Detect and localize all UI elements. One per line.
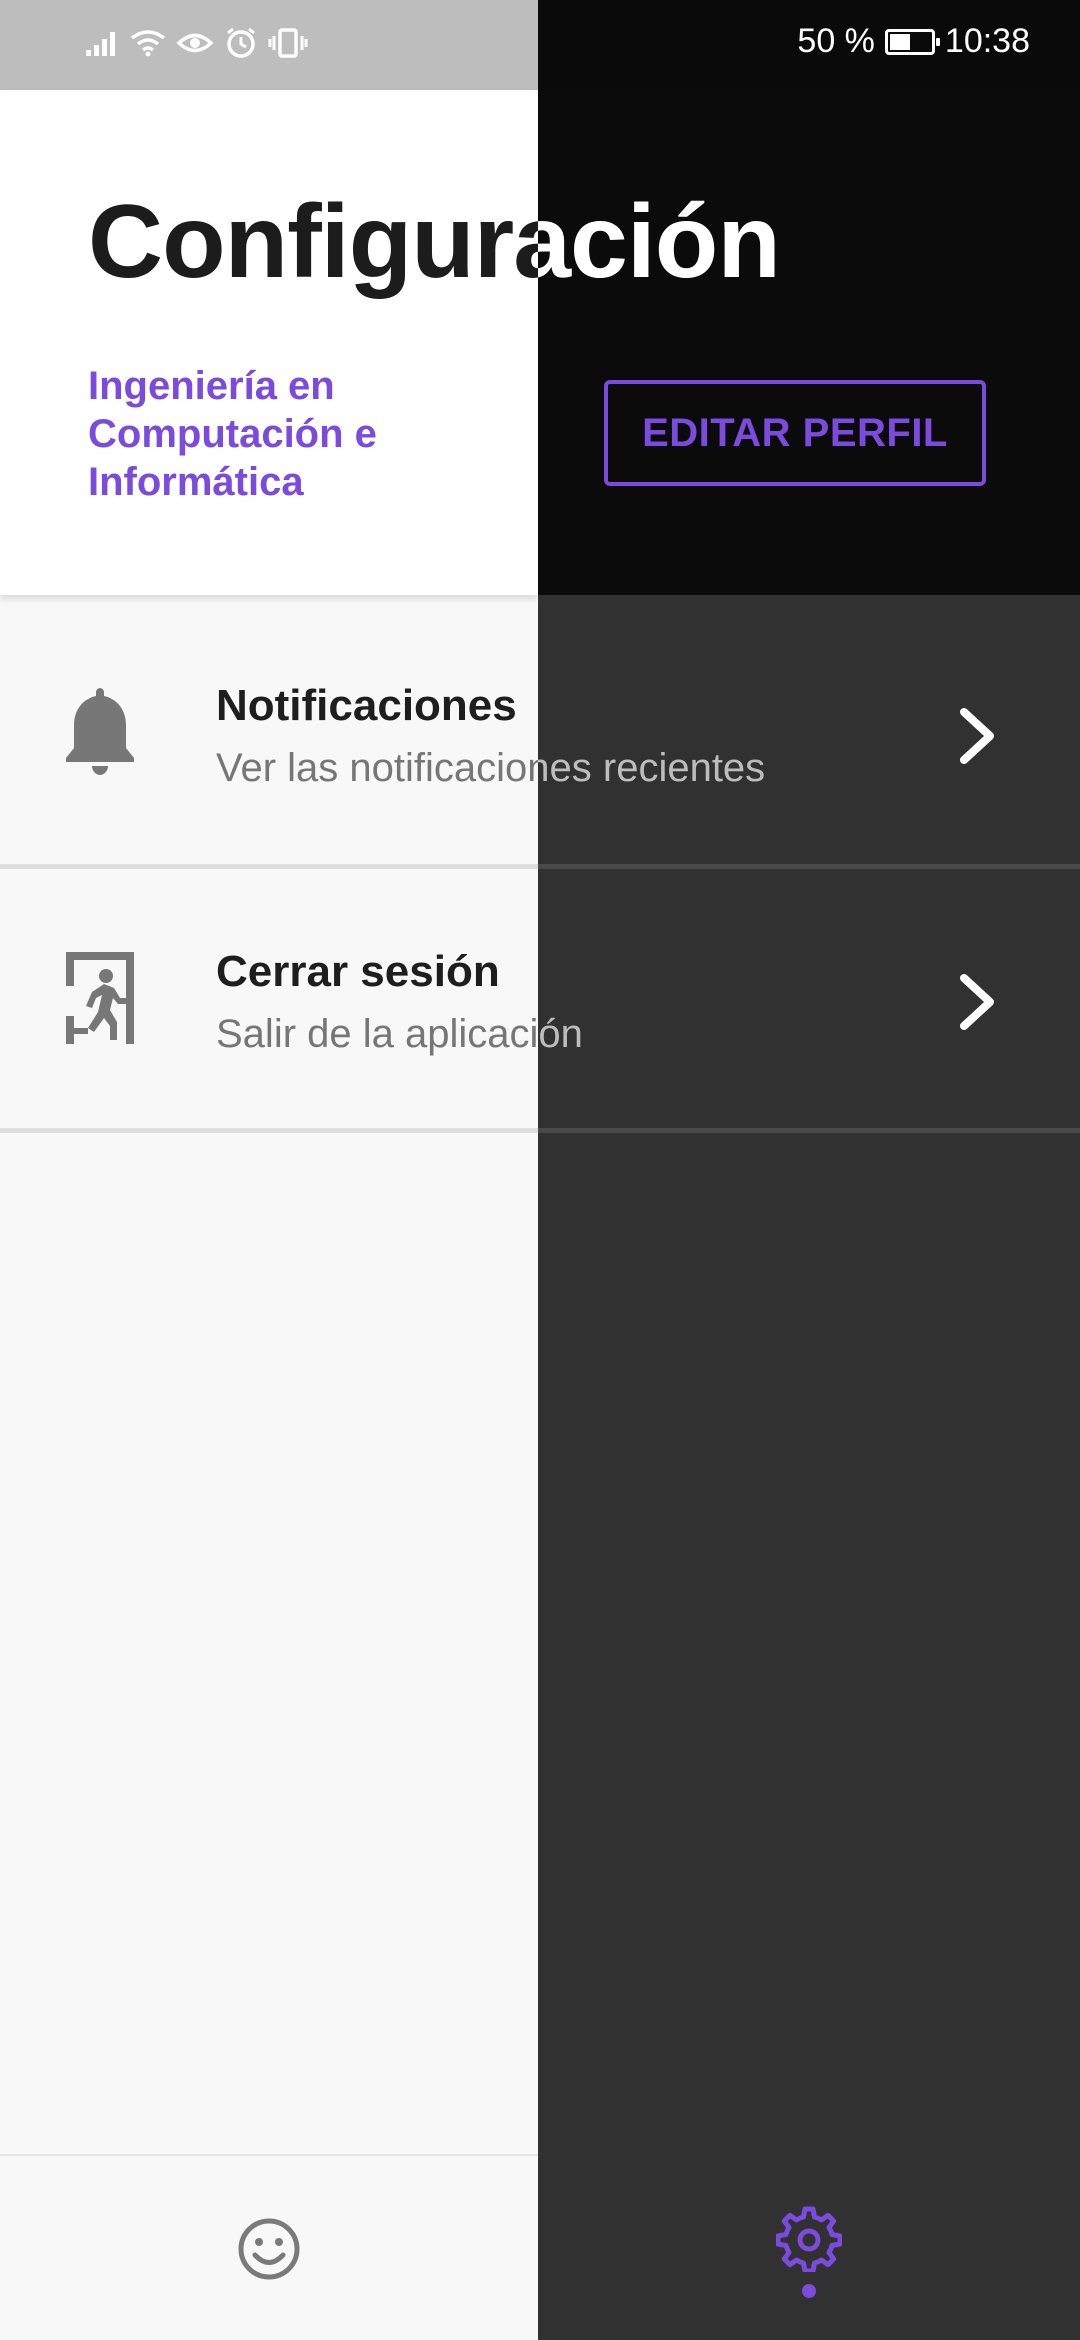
chevron-right-icon[interactable]: [954, 706, 1002, 766]
eye-icon: [176, 33, 214, 53]
clock: 10:38: [944, 22, 1030, 60]
bottom-nav-light: [0, 2154, 538, 2340]
divider: [0, 1128, 538, 1133]
settings-item-logout[interactable]: Cerrar sesión Salir de la aplicación: [0, 866, 538, 1130]
notifications-title: Notificaciones: [216, 681, 517, 730]
vibrate-icon: [268, 28, 308, 58]
bottom-nav-dark: [538, 2154, 1080, 2340]
notifications-subtitle-dark: Ver las notificaciones recientes: [538, 746, 766, 790]
header-light: [0, 90, 538, 595]
page-title-dark: Configuración: [538, 184, 781, 300]
logout-subtitle-dark: Salir de la aplicación: [538, 1012, 583, 1056]
settings-item-notifications[interactable]: Notificaciones Ver las notificaciones re…: [0, 600, 538, 864]
status-right: 50 % 10:38: [797, 22, 1030, 61]
edit-profile-button[interactable]: EDITAR PERFIL: [604, 380, 986, 486]
page-title: Configuración: [88, 184, 538, 300]
divider-dark: [538, 1128, 1080, 1133]
battery-percent: 50 %: [797, 22, 875, 60]
battery-level: [889, 33, 910, 50]
status-bar-light: [0, 0, 538, 90]
header-dark: [538, 90, 1080, 595]
gear-icon[interactable]: [776, 2206, 842, 2272]
settings-item-logout-dark[interactable]: Cerrar sesión Salir de la aplicación: [538, 866, 1080, 1130]
exit-door-icon: [66, 952, 134, 1044]
smiley-icon[interactable]: [236, 2216, 302, 2282]
signal-icon: [86, 32, 115, 56]
bell-icon: [66, 688, 134, 775]
alarm-icon: [227, 27, 255, 58]
status-icons: [84, 26, 308, 60]
dark-theme-panel: 50 % 10:38 Configuración EDITAR PERFIL N…: [538, 0, 1080, 2340]
logout-subtitle: Salir de la aplicación: [216, 1012, 538, 1056]
wifi-icon: [130, 30, 166, 57]
chevron-right-icon[interactable]: [954, 972, 1002, 1032]
profile-career-text: Ingeniería en Computación e Informática: [88, 364, 377, 504]
logout-title: Cerrar sesión: [216, 947, 500, 996]
active-tab-indicator: [802, 2284, 816, 2298]
battery-icon: [884, 28, 940, 55]
settings-item-notifications-dark[interactable]: Notificaciones Ver las notificaciones re…: [538, 600, 1080, 864]
notifications-subtitle: Ver las notificaciones recientes: [216, 746, 538, 790]
light-theme-panel: Configuración Ingeniería en Computación …: [0, 0, 538, 2340]
status-bar-dark: 50 % 10:38: [538, 0, 1080, 90]
